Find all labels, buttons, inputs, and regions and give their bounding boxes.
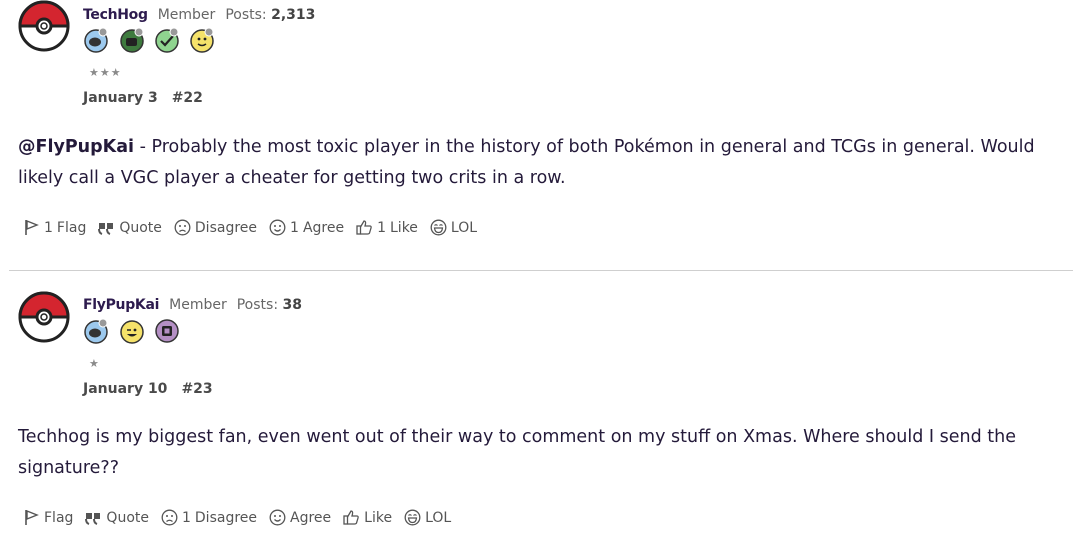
like-button[interactable]: 1 Like	[356, 219, 418, 236]
user-info: FlyPupKai Member Posts: 38	[83, 297, 302, 313]
disagree-button[interactable]: 1 Disagree	[161, 509, 257, 526]
post-actions: 1 Flag Quote Disagree 1 Agree 1 Like LOL	[23, 219, 489, 236]
post-date-link[interactable]: January 10	[83, 381, 167, 397]
chat-badge-icon[interactable]	[83, 318, 109, 344]
check-badge-icon[interactable]	[154, 27, 180, 53]
like-label: Like	[364, 509, 393, 526]
username-link[interactable]: TechHog	[83, 7, 148, 23]
quote-button[interactable]: Quote	[85, 509, 149, 526]
media-badge-icon[interactable]	[154, 318, 180, 344]
rank-stars: ★	[89, 357, 100, 370]
user-role: Member	[157, 7, 216, 23]
disagree-label: Disagree	[194, 219, 258, 236]
username-link[interactable]: FlyPupKai	[83, 297, 159, 313]
post-body: @FlyPupKai - Probably the most toxic pla…	[18, 132, 1058, 194]
quote-icon	[85, 513, 101, 525]
post-meta: January 10 #23	[83, 381, 213, 397]
post-text: - Probably the most toxic player in the …	[18, 137, 1035, 188]
agree-label: Agree	[302, 219, 345, 236]
agree-button[interactable]: Agree	[269, 509, 331, 526]
lol-button[interactable]: LOL	[404, 509, 451, 526]
post-22: TechHog Member Posts: 2,313 ★★★ January 3 #…	[0, 0, 1073, 270]
laugh-face-icon	[430, 219, 447, 236]
flag-label: Flag	[44, 509, 74, 526]
post-actions: Flag Quote 1 Disagree Agree Like LOL	[23, 509, 463, 526]
flag-icon	[25, 509, 39, 525]
like-button[interactable]: Like	[343, 509, 392, 526]
disagree-button[interactable]: Disagree	[174, 219, 257, 236]
post-count: Posts: 38	[236, 297, 302, 313]
flag-button[interactable]: 1 Flag	[23, 219, 86, 236]
agree-label: Agree	[290, 509, 332, 526]
agree-count: 1	[290, 219, 299, 236]
post-body: Techhog is my biggest fan, even went out…	[18, 422, 1058, 484]
like-count: 1	[377, 219, 386, 236]
quote-icon	[98, 223, 114, 235]
post-number-link[interactable]: #22	[172, 90, 203, 106]
lol-label: LOL	[425, 509, 452, 526]
thumbs-badge-icon[interactable]	[119, 27, 145, 53]
thumbs-up-icon	[356, 220, 372, 235]
post-23: FlyPupKai Member Posts: 38 ★ January 10 #23…	[0, 271, 1073, 544]
quote-label: Quote	[106, 509, 149, 526]
disagree-count: 1	[181, 509, 191, 526]
thumbs-up-icon	[343, 510, 359, 525]
post-count: Posts: 2,313	[225, 7, 316, 23]
lol-label: LOL	[450, 219, 478, 236]
sad-face-icon	[161, 509, 178, 526]
post-text: Techhog is my biggest fan, even went out…	[18, 427, 1017, 478]
flag-label: Flag	[56, 219, 87, 236]
laugh-face-icon	[404, 509, 421, 526]
flag-button[interactable]: Flag	[23, 509, 73, 526]
user-role: Member	[169, 297, 227, 313]
post-meta: January 3 #22	[83, 90, 203, 106]
pokeball-avatar-icon[interactable]	[18, 291, 70, 343]
flag-icon	[25, 219, 39, 235]
user-info: TechHog Member Posts: 2,313	[83, 7, 315, 23]
wink-badge-icon[interactable]	[119, 318, 145, 344]
chat-badge-icon[interactable]	[83, 27, 109, 53]
post-number-link[interactable]: #23	[181, 381, 212, 397]
smile-face-icon	[269, 219, 286, 236]
mention-link[interactable]: @FlyPupKai	[18, 137, 134, 157]
smile-badge-icon[interactable]	[189, 27, 215, 53]
quote-label: Quote	[119, 219, 162, 236]
agree-button[interactable]: 1 Agree	[269, 219, 344, 236]
like-label: Like	[390, 219, 418, 236]
smile-face-icon	[269, 509, 286, 526]
flag-count: 1	[44, 219, 53, 236]
sad-face-icon	[174, 219, 191, 236]
pokeball-avatar-icon[interactable]	[18, 0, 70, 52]
lol-button[interactable]: LOL	[430, 219, 477, 236]
quote-button[interactable]: Quote	[98, 219, 162, 236]
post-date-link[interactable]: January 3	[83, 90, 158, 106]
rank-stars: ★★★	[89, 66, 122, 79]
disagree-label: Disagree	[194, 509, 258, 526]
